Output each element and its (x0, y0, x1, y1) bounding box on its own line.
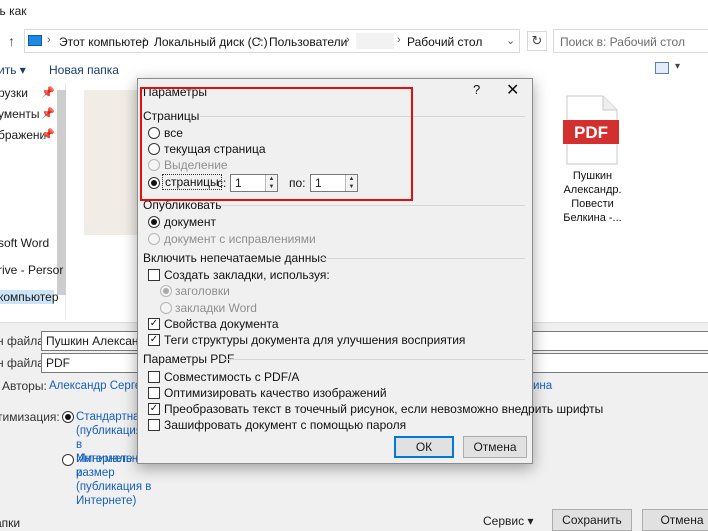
bitmap-text-checkbox[interactable]: ✓ (148, 403, 160, 415)
ok-button[interactable]: ОК (394, 436, 454, 458)
breadcrumb-local-disk[interactable]: Локальный диск (C:) (154, 35, 268, 49)
view-options-icon[interactable] (655, 62, 669, 74)
optimize-images-checkbox[interactable] (148, 387, 160, 399)
tools-label: Сервис (483, 514, 525, 528)
optimize-images-label[interactable]: Оптимизировать качество изображений (164, 386, 387, 400)
bitmap-text-label[interactable]: Преобразовать текст в точечный рисунок, … (164, 402, 603, 416)
breadcrumb-separator-icon: › (258, 34, 262, 46)
breadcrumb-users[interactable]: Пользователи (269, 35, 347, 49)
authors-value[interactable]: Александр Сергее (49, 379, 148, 393)
doc-properties-label[interactable]: Свойства документа (164, 317, 279, 331)
optimize-minimal-radio[interactable] (62, 454, 74, 466)
up-arrow-icon[interactable]: ↑ (8, 33, 15, 49)
breadcrumb-separator-icon: › (397, 34, 401, 46)
organize-button[interactable]: ить ▾ (0, 63, 26, 77)
encrypt-label[interactable]: Зашифровать документ с помощью пароля (164, 418, 406, 432)
bookmarks-word-label: закладки Word (175, 301, 257, 315)
group-divider (320, 258, 525, 259)
file-name[interactable]: Пушкин Александр. Повести Белкина -... (555, 169, 630, 225)
computer-icon (28, 35, 42, 46)
sidebar-item-pictures[interactable]: бражени (0, 128, 46, 142)
help-icon[interactable]: ? (473, 82, 480, 97)
tools-menu[interactable]: Сервис ▾ (483, 514, 533, 528)
chevron-down-icon: ▾ (19, 63, 26, 77)
cancel-button[interactable]: Отмена (642, 509, 708, 531)
sidebar-item-downloads[interactable]: рузки (0, 86, 28, 100)
dialog-cancel-button[interactable]: Отмена (463, 436, 527, 458)
publish-document-radio[interactable] (148, 216, 160, 228)
breadcrumb-this-pc[interactable]: Этот компьютер (59, 35, 149, 49)
optimize-label: тимизация: (0, 410, 60, 424)
publish-markup-label: документ с исправлениями (164, 232, 316, 246)
bookmarks-headings-label: заголовки (175, 284, 230, 298)
chevron-down-icon[interactable]: ⌄ (506, 34, 515, 47)
group-divider (220, 205, 525, 206)
group-divider (220, 359, 525, 360)
breadcrumb-separator-icon: › (47, 34, 51, 46)
pdf-icon[interactable]: PDF (563, 94, 619, 166)
pdfa-label[interactable]: Совместимость с PDF/A (164, 370, 299, 384)
bookmarks-checkbox[interactable] (148, 269, 160, 281)
publish-markup-radio (148, 233, 160, 245)
close-icon[interactable]: ✕ (506, 80, 519, 100)
highlight-frame (140, 87, 413, 201)
sidebar-item-onedrive[interactable]: rive - Persor (0, 263, 63, 277)
window-title: ть как (0, 4, 27, 18)
authors-value-right[interactable]: ина (533, 379, 552, 393)
publish-document-label[interactable]: документ (164, 215, 216, 229)
doc-properties-checkbox[interactable]: ✓ (148, 318, 160, 330)
bookmarks-word-radio (160, 302, 172, 314)
breadcrumb-desktop[interactable]: Рабочий стол (407, 35, 482, 49)
chevron-down-icon: ▾ (527, 514, 534, 528)
pin-icon: 📌 (41, 129, 55, 141)
structure-tags-checkbox[interactable]: ✓ (148, 334, 160, 346)
breadcrumb-separator-icon: › (143, 34, 147, 46)
bookmarks-label[interactable]: Создать закладки, используя: (164, 268, 330, 282)
sidebar-item-documents[interactable]: ументы (0, 107, 40, 121)
authors-label: Авторы: (2, 379, 47, 393)
bookmarks-headings-radio (160, 285, 172, 297)
optimize-standard-radio[interactable] (62, 411, 74, 423)
search-placeholder: Поиск в: Рабочий стол (560, 35, 685, 49)
save-button[interactable]: Сохранить (552, 509, 632, 531)
redacted-username (356, 33, 394, 49)
pin-icon: 📌 (41, 87, 55, 99)
pin-icon: 📌 (41, 108, 55, 120)
encrypt-checkbox[interactable] (148, 419, 160, 431)
new-folder-button[interactable]: Новая папка (49, 63, 119, 77)
structure-tags-label[interactable]: Теги структуры документа для улучшения в… (164, 333, 465, 347)
pdfa-checkbox[interactable] (148, 371, 160, 383)
breadcrumb-separator-icon: › (346, 34, 350, 46)
sidebar-item-word[interactable]: soft Word (0, 236, 49, 250)
chevron-down-icon[interactable]: ▾ (675, 61, 680, 72)
organize-label: ить (0, 63, 17, 77)
refresh-icon[interactable]: ↻ (527, 31, 547, 51)
nonprint-group-label: Включить непечатаемые данные (143, 251, 327, 265)
pdf-badge-label: PDF (574, 123, 608, 142)
sidebar-item-this-pc[interactable]: компьютер (0, 290, 59, 304)
hide-folders-toggle[interactable]: апки (0, 516, 20, 530)
